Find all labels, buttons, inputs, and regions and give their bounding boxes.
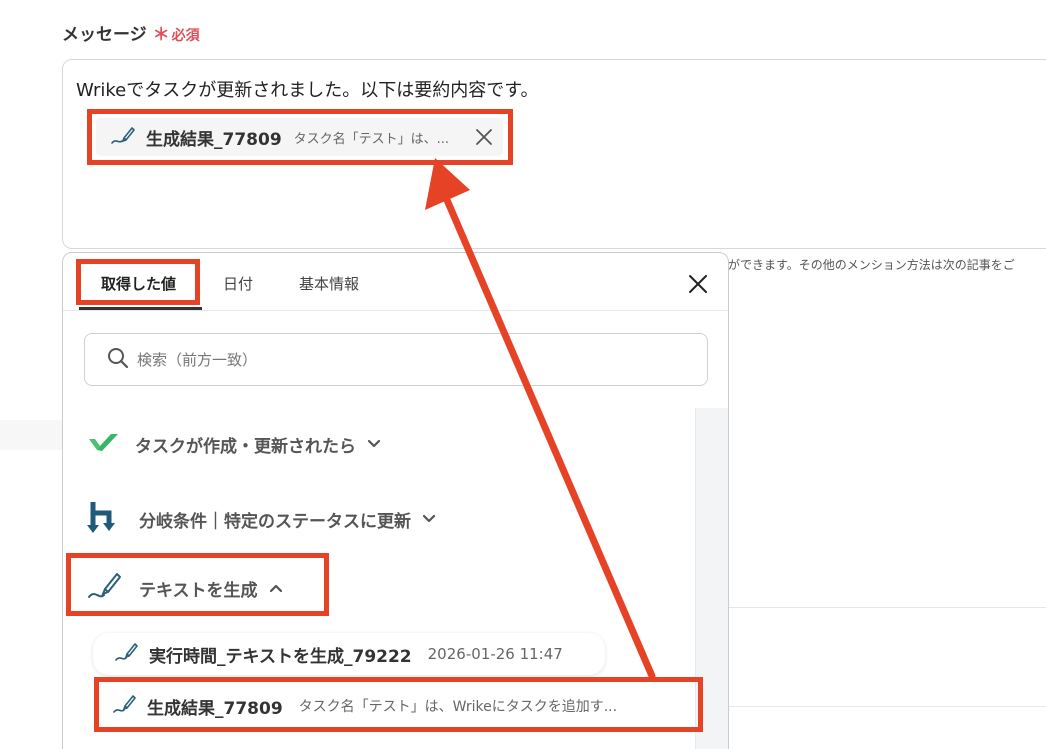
list-item-generation-result[interactable]: 生成結果_77809 タスク名「テスト」は、Wrikeにタスクを追加す... [103,686,685,726]
section-generate-text[interactable]: テキストを生成 [87,569,284,607]
pen-icon [113,693,137,719]
tab-date[interactable]: 日付 [223,273,253,294]
item-value: 2026-01-26 11:47 [427,645,563,663]
scrollbar[interactable] [695,408,728,749]
search-input[interactable]: 検索（前方一致） [84,333,708,386]
chevron-down-icon [366,435,382,454]
divider [729,607,1046,608]
required-text: 必須 [171,28,200,44]
background-strip [0,420,64,450]
pen-icon [87,569,123,607]
chip-title: 生成結果_77809 [146,129,282,150]
section-branch-condition[interactable]: 分岐条件｜特定のステータスに更新 [87,499,437,539]
pen-icon [110,124,136,150]
item-title: 実行時間_テキストを生成_79222 [149,646,412,667]
message-text: Wrikeでタスクが更新されました。以下は要約内容です。 [76,80,539,101]
close-icon[interactable] [473,126,495,148]
chevron-down-icon [421,510,437,529]
mention-hint-text: ができます。その他のメンション方法は次の記事をご [728,258,1015,272]
item-title: 生成結果_77809 [147,698,283,719]
chevron-up-icon [268,579,284,598]
chip-value: タスク名「テスト」は、... [293,131,450,147]
pen-icon [115,641,139,667]
message-field-label: メッセージ ＊ 必須 [62,20,200,45]
close-icon[interactable] [687,273,709,295]
required-star: ＊ [152,25,170,45]
branch-icon [87,499,123,539]
variable-chip[interactable]: 生成結果_77809 タスク名「テスト」は、... [96,118,503,156]
search-placeholder: 検索（前方一致） [137,351,258,369]
value-picker-panel: 取得した値 日付 基本情報 検索（前方一致） タスクが作成・更新されたら 分岐条… [62,252,729,749]
tab-basic-info[interactable]: 基本情報 [299,273,359,294]
wrike-check-icon [87,431,119,457]
divider [729,706,1046,707]
section-label: テキストを生成 [139,580,258,601]
tabs-divider [63,310,728,311]
search-icon [107,347,129,373]
item-value: タスク名「テスト」は、Wrikeにタスクを追加す... [298,699,618,715]
section-label: タスクが作成・更新されたら [135,436,356,457]
list-item-execution-time[interactable]: 実行時間_テキストを生成_79222 2026-01-26 11:47 [93,633,605,675]
section-label: 分岐条件｜特定のステータスに更新 [139,511,411,532]
field-label-text: メッセージ [62,25,147,45]
tab-acquired-values[interactable]: 取得した値 [101,273,176,294]
section-task-created-updated[interactable]: タスクが作成・更新されたら [87,431,382,457]
